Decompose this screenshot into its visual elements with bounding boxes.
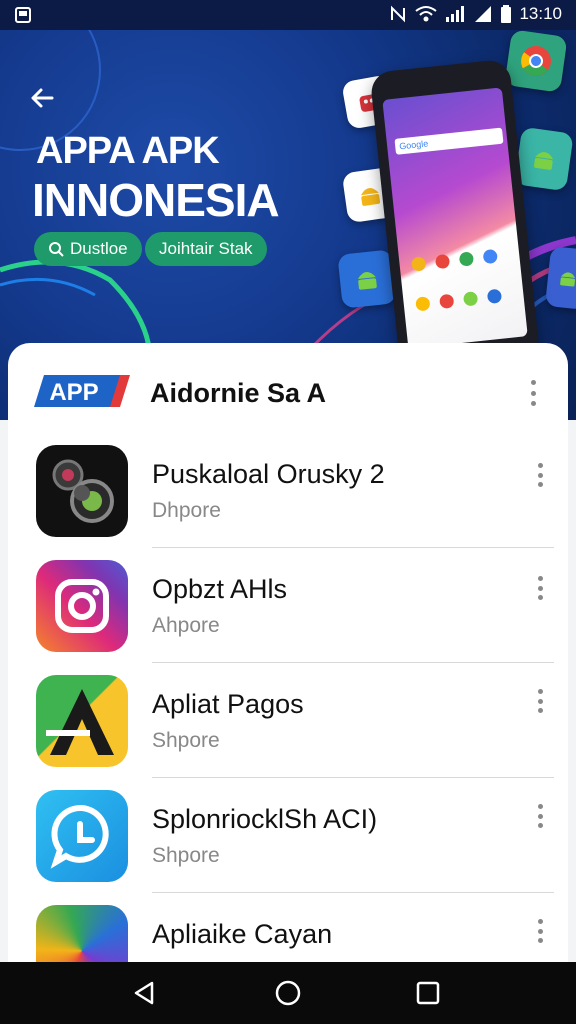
- floating-android-teal-icon: [514, 126, 574, 192]
- more-options-icon[interactable]: [537, 576, 543, 600]
- floating-android-right-icon: [544, 246, 576, 310]
- phone-app-dot: [434, 253, 451, 270]
- app-subtitle: Shpore: [152, 729, 220, 752]
- phone-app-dot: [458, 251, 475, 267]
- divider: [152, 892, 554, 893]
- phone-app-dot: [410, 256, 427, 272]
- green-yellow-a-app-icon: [36, 675, 128, 767]
- status-time: 13:10: [519, 4, 562, 23]
- phone-screen: Google: [382, 87, 528, 349]
- more-options-icon[interactable]: [537, 463, 543, 487]
- list-item[interactable]: Puskaloal Orusky 2 Dhpore: [8, 445, 568, 560]
- nfc-icon: [391, 5, 406, 23]
- instagram-app-icon: [36, 560, 128, 652]
- floating-android-green-icon: [337, 249, 397, 309]
- divider: [152, 547, 554, 548]
- chat-clock-app-icon: [36, 790, 128, 882]
- floating-chrome-icon: [504, 30, 568, 93]
- app-subtitle: Shpore: [152, 844, 220, 867]
- back-arrow-icon[interactable]: [26, 82, 58, 114]
- screenshot-notification-icon: [15, 7, 31, 23]
- system-navigation-bar: [0, 962, 576, 1024]
- back-nav-icon[interactable]: [130, 979, 158, 1007]
- list-item[interactable]: Apliat Pagos Shpore: [8, 675, 568, 790]
- app-subtitle: Ahpore: [152, 614, 220, 637]
- hero-title-line1: APPA APK: [36, 130, 220, 172]
- phone-search-bar: Google: [394, 127, 504, 155]
- app-name: Apliaike Cayan: [152, 919, 333, 949]
- phone-app-dot: [462, 291, 479, 307]
- app-badge-logo: APP: [34, 375, 130, 407]
- hero-title-line2: INNONESIA: [32, 174, 280, 226]
- phone-app-dot: [415, 296, 431, 312]
- app-subtitle: Dhpore: [152, 499, 221, 522]
- signal-icon: [446, 6, 465, 22]
- phone-app-dot: [439, 293, 455, 310]
- signal-icon-2: [475, 6, 492, 22]
- recents-nav-icon[interactable]: [414, 979, 442, 1007]
- phone-app-dot: [482, 248, 498, 265]
- status-icons: 13:10: [389, 4, 562, 24]
- chip-dustloe-label: Dustloe: [70, 239, 128, 258]
- card-more-menu-icon[interactable]: [530, 380, 536, 406]
- divider: [152, 662, 554, 663]
- search-icon: [49, 242, 64, 257]
- home-nav-icon[interactable]: [274, 979, 302, 1007]
- card-title: Aidornie Sa A: [150, 378, 327, 408]
- chip-dustloe[interactable]: Dustloe: [34, 232, 142, 266]
- divider: [152, 777, 554, 778]
- status-bar: 13:10: [0, 0, 576, 30]
- list-item[interactable]: SplonriocklSh ACI) Shpore: [8, 790, 568, 905]
- wifi-icon: [415, 6, 438, 22]
- app-name: Apliat Pagos: [152, 689, 304, 719]
- more-options-icon[interactable]: [537, 804, 543, 828]
- chip-joihtair-stak-label: Joihtair Stak: [159, 239, 253, 258]
- battery-icon: [501, 5, 512, 23]
- phone-app-dot: [486, 288, 503, 305]
- chip-joihtair-stak[interactable]: Joihtair Stak: [145, 232, 267, 266]
- app-badge-text: APP: [49, 379, 98, 406]
- app-name: Opbzt AHls: [152, 574, 288, 604]
- more-options-icon[interactable]: [537, 689, 543, 713]
- binoculars-app-icon: [36, 445, 128, 537]
- app-name: Puskaloal Orusky 2: [152, 459, 385, 489]
- card-header: APP Aidornie Sa A: [8, 343, 568, 443]
- app-name: SplonriocklSh ACI): [152, 804, 378, 834]
- more-options-icon[interactable]: [537, 919, 543, 943]
- app-list-card: APP Aidornie Sa A Puskaloal Orusky 2 Dhp…: [8, 343, 568, 993]
- list-item[interactable]: Opbzt AHls Ahpore: [8, 560, 568, 675]
